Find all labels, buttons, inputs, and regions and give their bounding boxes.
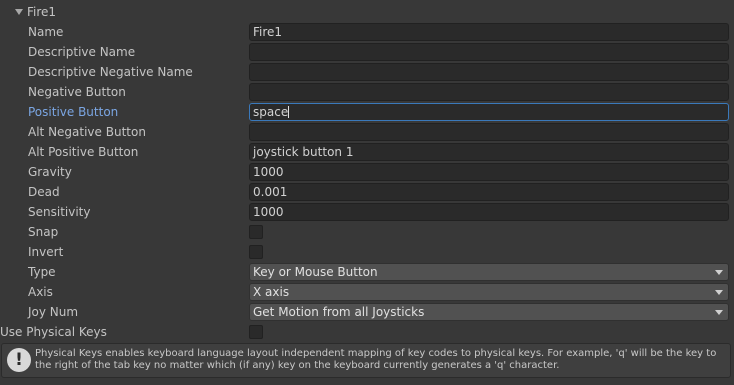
joy-num-dropdown[interactable]: Get Motion from all Joysticks [249,303,729,321]
negative-button-field[interactable] [249,83,729,101]
invert-label: Invert [28,245,64,259]
alt-positive-button-row: Alt Positive Button joystick button 1 [0,142,734,162]
fire1-foldout[interactable]: Fire1 [0,2,56,22]
positive-button-label: Positive Button [28,105,119,119]
alt-negative-button-label: Alt Negative Button [28,125,146,139]
descriptive-negative-name-label: Descriptive Negative Name [28,65,193,79]
axis-dropdown[interactable]: X axis [249,283,729,301]
use-physical-keys-row: Use Physical Keys [0,322,734,342]
type-label: Type [28,265,56,279]
dropdown-arrow-icon [715,270,723,275]
dead-field[interactable]: 0.001 [249,183,729,201]
joy-num-label: Joy Num [28,305,79,319]
use-physical-keys-checkbox[interactable] [249,325,263,339]
axis-label: Axis [28,285,53,299]
gravity-label: Gravity [28,165,72,179]
dropdown-arrow-icon [715,310,723,315]
positive-button-row: Positive Button space [0,102,734,122]
positive-button-value: space [253,105,289,119]
descriptive-name-field[interactable] [249,43,729,61]
negative-button-label: Negative Button [28,85,126,99]
dead-label: Dead [28,185,60,199]
type-value: Key or Mouse Button [253,265,378,279]
physical-keys-help-box: ! Physical Keys enables keyboard languag… [1,343,731,378]
snap-row: Snap [0,222,734,242]
invert-row: Invert [0,242,734,262]
axis-value: X axis [253,285,290,299]
alt-negative-button-field[interactable] [249,123,729,141]
type-row: Type Key or Mouse Button [0,262,734,282]
use-physical-keys-label: Use Physical Keys [0,325,107,339]
joy-num-value: Get Motion from all Joysticks [253,305,425,319]
invert-checkbox[interactable] [249,245,263,259]
negative-button-row: Negative Button [0,82,734,102]
snap-label: Snap [28,225,59,239]
foldout-title: Fire1 [27,5,57,19]
descriptive-negative-name-field[interactable] [249,63,729,81]
axis-row: Axis X axis [0,282,734,302]
alt-positive-button-label: Alt Positive Button [28,145,139,159]
exclamation-icon: ! [7,348,31,372]
snap-checkbox[interactable] [249,225,263,239]
gravity-field[interactable]: 1000 [249,163,729,181]
name-label: Name [28,25,64,39]
sensitivity-field[interactable]: 1000 [249,203,729,221]
text-caret [288,106,290,118]
alt-positive-button-field[interactable]: joystick button 1 [249,143,729,161]
help-text: Physical Keys enables keyboard language … [35,348,717,371]
alt-negative-button-row: Alt Negative Button [0,122,734,142]
descriptive-negative-name-row: Descriptive Negative Name [0,62,734,82]
joy-num-row: Joy Num Get Motion from all Joysticks [0,302,734,322]
sensitivity-label: Sensitivity [28,205,91,219]
positive-button-field[interactable]: space [249,103,729,121]
dropdown-arrow-icon [715,290,723,295]
foldout-arrow-icon[interactable] [15,9,23,15]
descriptive-name-label: Descriptive Name [28,45,136,59]
descriptive-name-row: Descriptive Name [0,42,734,62]
name-field[interactable]: Fire1 [249,23,729,41]
type-dropdown[interactable]: Key or Mouse Button [249,263,729,281]
name-row: Name Fire1 [0,22,734,42]
gravity-row: Gravity 1000 [0,162,734,182]
dead-row: Dead 0.001 [0,182,734,202]
sensitivity-row: Sensitivity 1000 [0,202,734,222]
